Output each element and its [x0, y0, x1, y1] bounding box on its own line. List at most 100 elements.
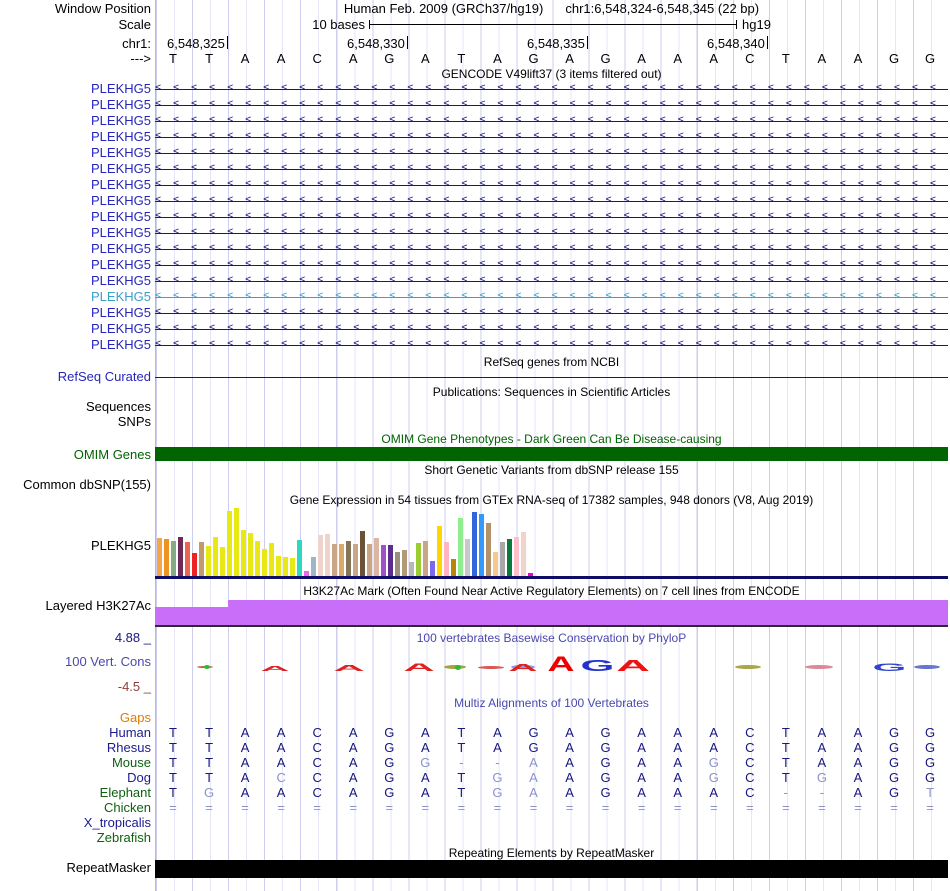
gene-row-label[interactable]: PLEKHG5 — [91, 81, 151, 96]
sequences-label[interactable]: Sequences — [86, 399, 151, 414]
gtex-gene-label[interactable]: PLEKHG5 — [91, 538, 151, 553]
alignment-base: T — [781, 725, 790, 740]
repeatmasker-label[interactable]: RepeatMasker — [66, 860, 151, 875]
phylop-logo-letter: A — [508, 661, 538, 674]
species-label-dog[interactable]: Dog — [127, 770, 151, 785]
alignment-base: = — [421, 800, 430, 815]
gene-strand-arrows[interactable]: <<<<<<<<<<<<<<<<<<<<<<<<<<<<<<<<<<<<<<<<… — [155, 338, 948, 352]
species-label-human[interactable]: Human — [109, 725, 151, 740]
alignment-base: A — [493, 740, 502, 755]
gene-row-label[interactable]: PLEKHG5 — [91, 129, 151, 144]
common-dbsnp-label[interactable]: Common dbSNP(155) — [23, 477, 151, 492]
publications-track-title[interactable]: Publications: Sequences in Scientific Ar… — [155, 385, 948, 399]
alignment-base: = — [457, 800, 466, 815]
phylop-logo-dash — [735, 665, 761, 669]
alignment-base: G — [924, 725, 936, 740]
gene-row-label[interactable]: PLEKHG5 — [91, 113, 151, 128]
gtex-tissue-bar — [262, 549, 267, 576]
snps-label[interactable]: SNPs — [118, 414, 151, 429]
gene-row-label[interactable]: PLEKHG5 — [91, 321, 151, 336]
gtex-track-title[interactable]: Gene Expression in 54 tissues from GTEx … — [155, 493, 948, 507]
gene-row-label[interactable]: PLEKHG5 — [91, 273, 151, 288]
species-label-gaps[interactable]: Gaps — [120, 710, 151, 725]
gtex-tissue-bar — [276, 556, 281, 576]
phylop-label[interactable]: 100 Vert. Cons — [65, 654, 151, 669]
window-position-title: Human Feb. 2009 (GRCh37/hg19) chr1:6,548,… — [155, 1, 948, 16]
alignment-base: C — [745, 740, 755, 755]
alignment-base: T — [457, 740, 466, 755]
gene-strand-arrows[interactable]: <<<<<<<<<<<<<<<<<<<<<<<<<<<<<<<<<<<<<<<<… — [155, 226, 948, 240]
alignment-base: G — [600, 770, 611, 785]
gene-strand-arrows[interactable]: <<<<<<<<<<<<<<<<<<<<<<<<<<<<<<<<<<<<<<<<… — [155, 82, 948, 96]
omim-gene-bar[interactable] — [155, 447, 948, 461]
gene-strand-arrows[interactable]: <<<<<<<<<<<<<<<<<<<<<<<<<<<<<<<<<<<<<<<<… — [155, 146, 948, 160]
alignment-base: A — [709, 740, 719, 755]
sequence-base: A — [565, 51, 574, 66]
alignment-base: A — [240, 785, 250, 800]
gene-strand-arrows[interactable]: <<<<<<<<<<<<<<<<<<<<<<<<<<<<<<<<<<<<<<<<… — [155, 290, 948, 304]
phylop-track-title[interactable]: 100 vertebrates Basewise Conservation by… — [155, 631, 948, 645]
species-label-zebrafish[interactable]: Zebrafish — [97, 830, 151, 845]
gencode-track-title[interactable]: GENCODE V49lift37 (3 items filtered out) — [155, 67, 948, 81]
gtex-tissue-bar — [430, 561, 435, 576]
gene-strand-arrows[interactable]: <<<<<<<<<<<<<<<<<<<<<<<<<<<<<<<<<<<<<<<<… — [155, 306, 948, 320]
dbsnp-track-title[interactable]: Short Genetic Variants from dbSNP releas… — [155, 463, 948, 477]
gene-row-label[interactable]: PLEKHG5 — [91, 97, 151, 112]
gene-strand-arrows[interactable]: <<<<<<<<<<<<<<<<<<<<<<<<<<<<<<<<<<<<<<<<… — [155, 194, 948, 208]
species-label-elephant[interactable]: Elephant — [100, 785, 151, 800]
gene-row-label[interactable]: PLEKHG5 — [91, 241, 151, 256]
alignment-base: = — [673, 800, 682, 815]
gene-strand-arrows[interactable]: <<<<<<<<<<<<<<<<<<<<<<<<<<<<<<<<<<<<<<<<… — [155, 322, 948, 336]
gene-row-label[interactable]: PLEKHG5 — [91, 305, 151, 320]
species-label-rhesus[interactable]: Rhesus — [107, 740, 151, 755]
gene-row-label[interactable]: PLEKHG5 — [91, 145, 151, 160]
gene-strand-arrows[interactable]: <<<<<<<<<<<<<<<<<<<<<<<<<<<<<<<<<<<<<<<<… — [155, 178, 948, 192]
gtex-tissue-bar — [325, 534, 330, 576]
sequence-base: G — [888, 51, 900, 66]
gene-strand-arrows[interactable]: <<<<<<<<<<<<<<<<<<<<<<<<<<<<<<<<<<<<<<<<… — [155, 242, 948, 256]
gene-strand-arrows[interactable]: <<<<<<<<<<<<<<<<<<<<<<<<<<<<<<<<<<<<<<<<… — [155, 274, 948, 288]
repeatmasker-bar[interactable] — [155, 860, 948, 878]
gene-row-label[interactable]: PLEKHG5 — [91, 209, 151, 224]
alignment-base: A — [529, 770, 538, 785]
gene-strand-arrows[interactable]: <<<<<<<<<<<<<<<<<<<<<<<<<<<<<<<<<<<<<<<<… — [155, 114, 948, 128]
gene-strand-arrows[interactable]: <<<<<<<<<<<<<<<<<<<<<<<<<<<<<<<<<<<<<<<<… — [155, 98, 948, 112]
multiz-track-title[interactable]: Multiz Alignments of 100 Vertebrates — [155, 696, 948, 710]
h3k27ac-track-title[interactable]: H3K27Ac Mark (Often Found Near Active Re… — [155, 584, 948, 598]
gtex-tissue-bar — [199, 542, 204, 576]
gene-strand-arrows[interactable]: <<<<<<<<<<<<<<<<<<<<<<<<<<<<<<<<<<<<<<<<… — [155, 210, 948, 224]
gene-row-label[interactable]: PLEKHG5 — [91, 257, 151, 272]
repeatmasker-track-title[interactable]: Repeating Elements by RepeatMasker — [155, 846, 948, 860]
strand-label[interactable]: ---> — [130, 51, 151, 66]
gene-row-label[interactable]: PLEKHG5 — [91, 289, 151, 304]
alignment-base: A — [853, 785, 863, 800]
species-label-chicken[interactable]: Chicken — [104, 800, 151, 815]
gene-row-label[interactable]: PLEKHG5 — [91, 225, 151, 240]
alignment-base: G — [528, 740, 539, 755]
alignment-base: A — [529, 755, 538, 770]
phylop-logo-letter: A — [260, 664, 290, 673]
omim-track-title[interactable]: OMIM Gene Phenotypes - Dark Green Can Be… — [155, 432, 948, 446]
h3k27ac-label[interactable]: Layered H3K27Ac — [45, 598, 151, 613]
alignment-base: G — [888, 785, 900, 800]
phylop-logo-letter: A — [616, 656, 650, 675]
gene-strand-arrows[interactable]: <<<<<<<<<<<<<<<<<<<<<<<<<<<<<<<<<<<<<<<<… — [155, 130, 948, 144]
sequence-base: A — [817, 51, 827, 66]
omim-genes-label[interactable]: OMIM Genes — [74, 447, 151, 462]
alignment-base: G — [600, 725, 611, 740]
refseq-gene-line[interactable] — [155, 377, 948, 378]
gene-row-label[interactable]: PLEKHG5 — [91, 193, 151, 208]
gene-row-label[interactable]: PLEKHG5 — [91, 177, 151, 192]
refseq-curated-label[interactable]: RefSeq Curated — [58, 369, 151, 384]
refseq-track-title[interactable]: RefSeq genes from NCBI — [155, 355, 948, 369]
gene-strand-arrows[interactable]: <<<<<<<<<<<<<<<<<<<<<<<<<<<<<<<<<<<<<<<<… — [155, 258, 948, 272]
alignment-base: T — [205, 755, 214, 770]
gene-strand-arrows[interactable]: <<<<<<<<<<<<<<<<<<<<<<<<<<<<<<<<<<<<<<<<… — [155, 162, 948, 176]
alignment-base: T — [457, 725, 466, 740]
gtex-tissue-bar — [318, 535, 323, 576]
gene-row-label[interactable]: PLEKHG5 — [91, 161, 151, 176]
species-label-mouse[interactable]: Mouse — [112, 755, 151, 770]
sequence-base: A — [673, 51, 683, 66]
gene-row-label[interactable]: PLEKHG5 — [91, 337, 151, 352]
species-label-x_tropicalis[interactable]: X_tropicalis — [84, 815, 151, 830]
